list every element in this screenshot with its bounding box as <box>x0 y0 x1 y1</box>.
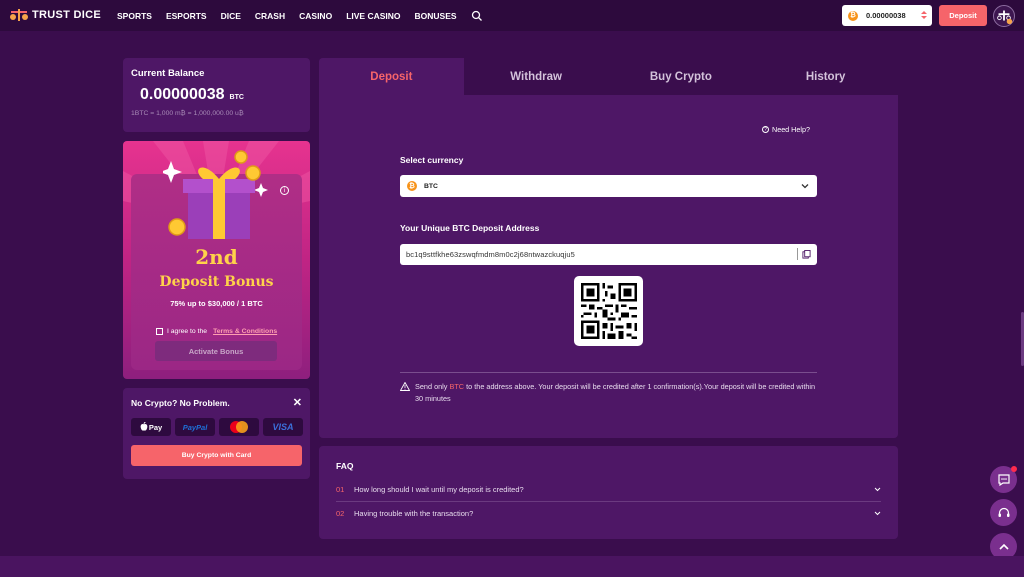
current-balance-card: Current Balance 0.00000038 BTC 1BTC = 1,… <box>123 58 310 132</box>
bonus-subtitle: 75% up to $30,000 / 1 BTC <box>170 299 263 308</box>
divider <box>797 248 798 260</box>
paypal-chip[interactable]: PayPal <box>175 418 215 436</box>
close-icon[interactable]: ✕ <box>293 396 302 409</box>
user-avatar-icon <box>997 10 1013 25</box>
faq-number: 01 <box>336 485 345 494</box>
bonus-title: Deposit Bonus <box>159 274 274 290</box>
main-nav: SPORTS ESPORTS DICE CRASH CASINO LIVE CA… <box>117 0 483 31</box>
buy-crypto-with-card-button[interactable]: Buy Crypto with Card <box>131 445 302 466</box>
visa-chip[interactable]: VISA <box>263 418 303 436</box>
chevron-down-icon <box>801 184 809 189</box>
nav-live-casino[interactable]: LIVE CASINO <box>346 11 400 21</box>
chat-bubble-icon <box>997 473 1010 486</box>
agree-terms-row: I agree to the Terms & Conditions <box>156 328 277 335</box>
need-help-link[interactable]: ? Need Help? <box>762 125 810 134</box>
nav-crash[interactable]: CRASH <box>255 11 285 21</box>
section-divider <box>400 372 817 373</box>
deposit-address-field[interactable]: bc1q9sttfkhe63zswqfmdm8m0c2j68ntwazckuqj… <box>400 244 817 265</box>
apple-pay-label: Pay <box>148 422 163 432</box>
wallet-selector[interactable]: ₿ 0.00000038 <box>842 5 932 26</box>
warning-coin: BTC <box>449 382 465 391</box>
header-deposit-button[interactable]: Deposit <box>939 5 987 26</box>
balance-title: Current Balance <box>131 68 205 79</box>
info-icon[interactable]: i <box>280 186 289 195</box>
gift-box-icon <box>163 150 268 239</box>
currency-select[interactable]: ₿ BTC <box>400 175 817 197</box>
paypal-label: PayPal <box>182 422 208 432</box>
headset-icon <box>998 507 1009 517</box>
nav-bonuses[interactable]: BONUSES <box>415 11 457 21</box>
deposit-qr-code <box>574 276 643 346</box>
logo[interactable]: TRUST DICE <box>10 8 101 22</box>
agree-text: I agree to the <box>167 328 208 335</box>
apple-pay-chip[interactable]: Pay <box>131 418 171 436</box>
no-crypto-title: No Crypto? No Problem. <box>131 398 230 408</box>
chevron-up-icon <box>998 543 1009 550</box>
chevron-down-icon <box>874 511 881 516</box>
no-crypto-card: No Crypto? No Problem. ✕ Pay PayPal VISA… <box>123 388 310 479</box>
chat-button[interactable] <box>990 466 1017 493</box>
warning-text-pre: Send only <box>415 382 450 391</box>
avatar[interactable] <box>993 5 1015 27</box>
nav-dice[interactable]: DICE <box>221 11 241 21</box>
wallet-tabs: Deposit Withdraw Buy Crypto History <box>319 58 898 95</box>
balance-conversion: 1BTC = 1,000 m₿ = 1,000,000.00 u₿ <box>131 110 244 117</box>
deposit-warning: Send only BTC to the address above. Your… <box>400 381 817 405</box>
select-currency-label: Select currency <box>400 155 464 165</box>
deposit-address-value: bc1q9sttfkhe63zswqfmdm8m0c2j68ntwazckuqj… <box>406 250 575 259</box>
terms-link[interactable]: Terms & Conditions <box>213 328 277 335</box>
faq-question: How long should I wait until my deposit … <box>354 485 524 494</box>
wallet-amount: 0.00000038 <box>866 11 906 20</box>
mastercard-icon <box>230 421 248 433</box>
faq-title: FAQ <box>336 461 354 471</box>
faq-divider <box>336 501 881 502</box>
balance-unit: BTC <box>229 94 244 101</box>
tab-withdraw[interactable]: Withdraw <box>463 58 609 95</box>
notification-dot <box>1011 466 1017 472</box>
chevron-down-icon <box>874 487 881 492</box>
bonus-number: 2nd <box>195 245 238 269</box>
nav-esports[interactable]: ESPORTS <box>166 11 207 21</box>
top-nav-bar: TRUST DICE SPORTS ESPORTS DICE CRASH CAS… <box>0 0 1024 31</box>
agree-checkbox[interactable] <box>156 328 163 335</box>
support-button[interactable] <box>990 499 1017 526</box>
copy-icon[interactable] <box>802 249 811 259</box>
tab-history[interactable]: History <box>753 58 898 95</box>
nav-sports[interactable]: SPORTS <box>117 11 152 21</box>
apple-icon <box>140 422 148 431</box>
nav-casino[interactable]: CASINO <box>299 11 332 21</box>
qr-code-icon <box>580 283 637 339</box>
need-help-label: Need Help? <box>772 125 810 134</box>
activate-bonus-button[interactable]: Activate Bonus <box>155 341 277 361</box>
currency-value: BTC <box>424 182 438 190</box>
faq-question: Having trouble with the transaction? <box>354 509 474 518</box>
scales-logo-icon <box>10 9 28 21</box>
faq-panel: FAQ 01 How long should I wait until my d… <box>319 446 898 539</box>
faq-item[interactable]: 02 Having trouble with the transaction? <box>336 503 881 524</box>
faq-item[interactable]: 01 How long should I wait until my depos… <box>336 479 881 500</box>
deposit-bonus-card: i 2nd Deposit Bonus 75% up to $30,000 / … <box>123 141 310 379</box>
logo-text: TRUST DICE <box>32 9 101 21</box>
up-down-arrows-icon <box>921 11 927 19</box>
deposit-panel: Deposit Withdraw Buy Crypto History ? Ne… <box>319 58 898 438</box>
mastercard-chip[interactable] <box>219 418 259 436</box>
question-icon: ? <box>762 126 769 133</box>
tab-buy-crypto[interactable]: Buy Crypto <box>608 58 754 95</box>
footer-strip <box>0 556 1024 577</box>
balance-amount: 0.00000038 <box>140 86 225 103</box>
btc-coin-icon: ₿ <box>848 10 858 21</box>
search-icon[interactable] <box>471 10 483 22</box>
warning-text-post: to the address above. Your deposit will … <box>415 382 816 403</box>
faq-number: 02 <box>336 509 345 518</box>
deposit-address-label: Your Unique BTC Deposit Address <box>400 223 540 233</box>
payment-methods: Pay PayPal VISA <box>131 418 303 436</box>
warning-icon <box>400 382 410 391</box>
visa-label: VISA <box>272 422 294 432</box>
tab-deposit[interactable]: Deposit <box>319 58 464 95</box>
btc-coin-icon: ₿ <box>407 181 417 191</box>
